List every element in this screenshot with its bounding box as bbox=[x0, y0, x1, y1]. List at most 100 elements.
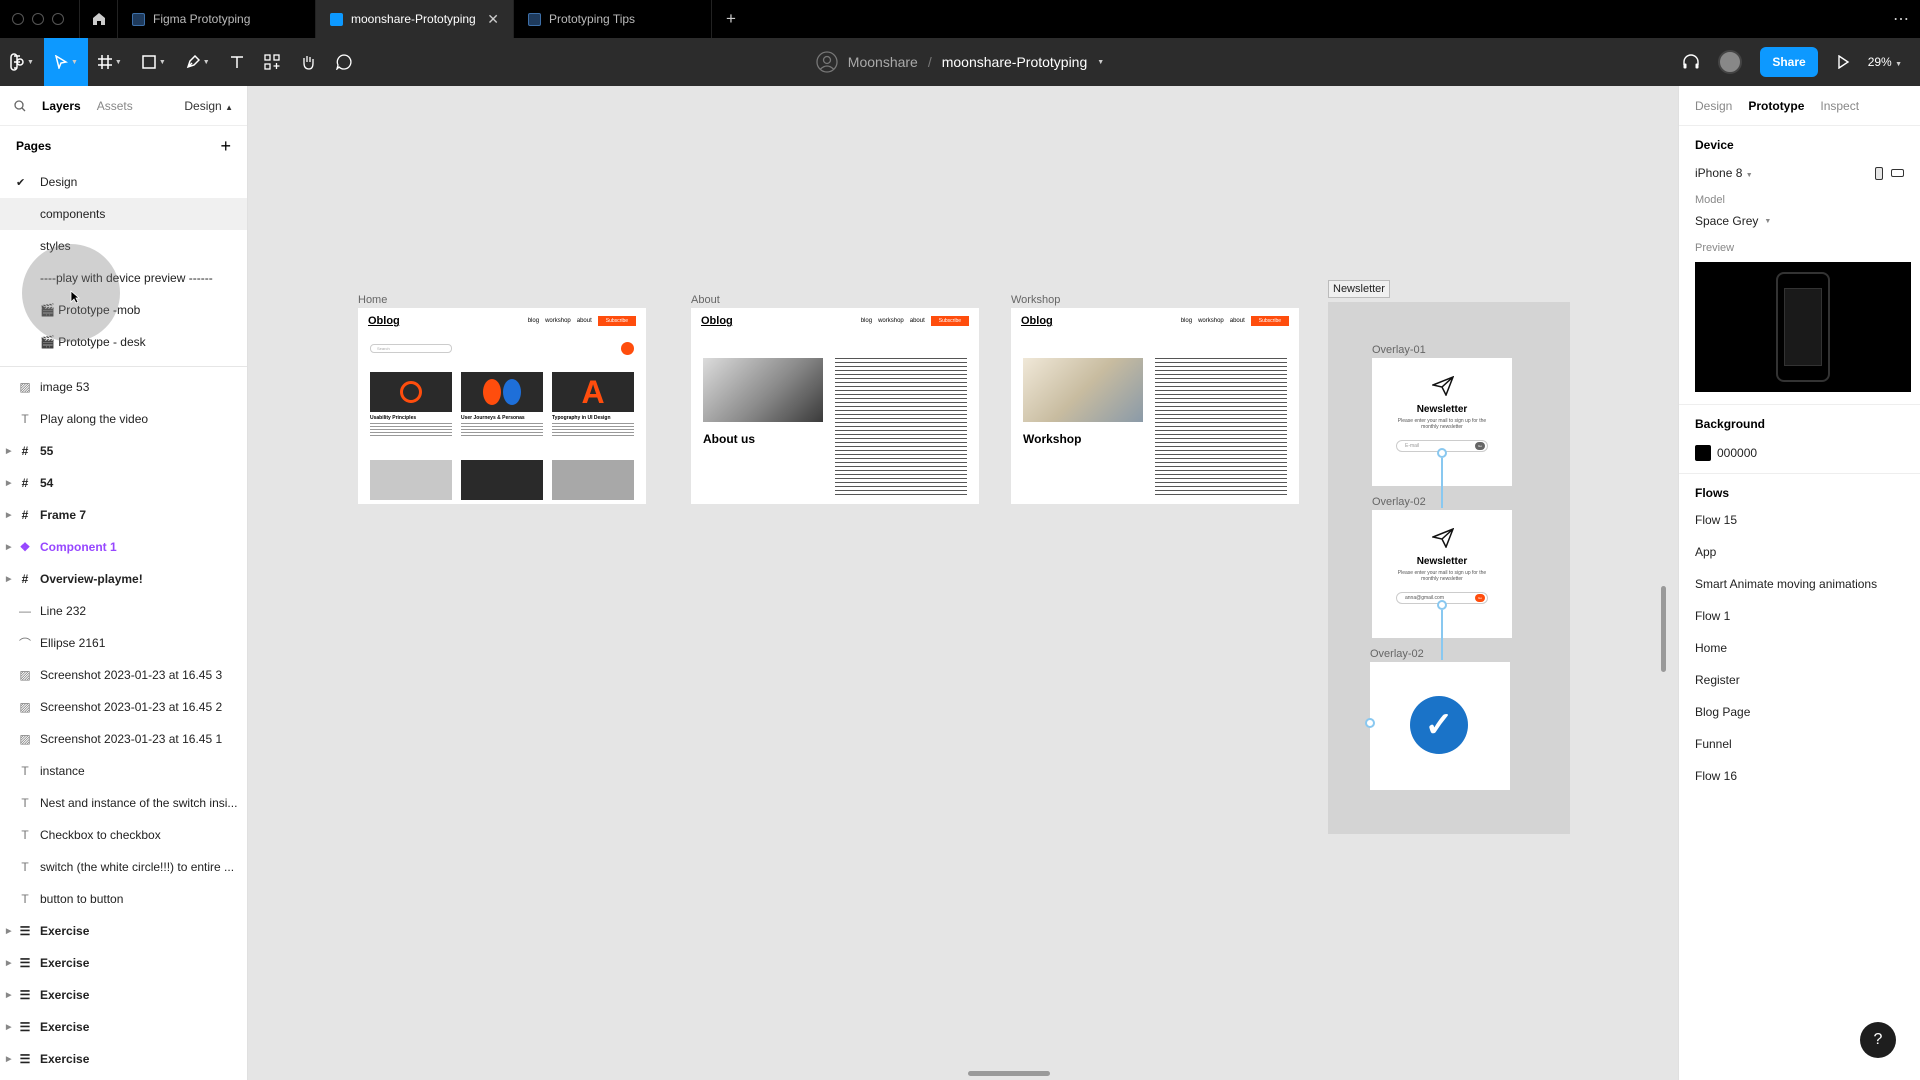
flow-item[interactable]: Smart Animate moving animations bbox=[1695, 568, 1904, 600]
layer-item[interactable]: Tbutton to button bbox=[0, 883, 247, 915]
page-item-styles[interactable]: styles bbox=[0, 230, 247, 262]
headphones-icon[interactable] bbox=[1682, 53, 1700, 71]
tab-assets[interactable]: Assets bbox=[97, 99, 133, 113]
connector-node[interactable] bbox=[1437, 448, 1447, 458]
expand-arrow-icon[interactable]: ▶ bbox=[6, 1055, 11, 1063]
frame-tool[interactable]: ▼ bbox=[88, 38, 132, 86]
background-row[interactable]: 000000 bbox=[1695, 445, 1904, 461]
resources-tool[interactable] bbox=[254, 38, 290, 86]
tab-layers[interactable]: Layers bbox=[42, 99, 81, 113]
flow-item[interactable]: Blog Page bbox=[1695, 696, 1904, 728]
layer-item[interactable]: ▶ # Frame 7 bbox=[0, 499, 247, 531]
tab-inspect[interactable]: Inspect bbox=[1820, 99, 1859, 113]
connector-node[interactable] bbox=[1365, 718, 1375, 728]
layer-item[interactable]: ▨ Screenshot 2023-01-23 at 16.45 2 bbox=[0, 691, 247, 723]
main-menu-button[interactable]: ▼ bbox=[0, 38, 44, 86]
color-swatch[interactable] bbox=[1695, 445, 1711, 461]
layer-item[interactable]: ▶ ☰ Exercise bbox=[0, 979, 247, 1011]
shape-tool[interactable]: ▼ bbox=[132, 38, 176, 86]
layer-item[interactable]: T Checkbox to checkbox bbox=[0, 819, 247, 851]
project-name[interactable]: Moonshare bbox=[848, 54, 918, 70]
expand-arrow-icon[interactable]: ▶ bbox=[6, 511, 11, 519]
close-tab-icon[interactable]: ✕ bbox=[487, 11, 499, 28]
model-select[interactable]: Space Grey ▼ bbox=[1695, 214, 1904, 228]
play-icon[interactable] bbox=[1836, 55, 1850, 69]
add-page-button[interactable]: + bbox=[220, 136, 231, 157]
file-name[interactable]: moonshare-Prototyping bbox=[942, 54, 1088, 70]
layer-item[interactable]: T Nest and instance of the switch insi... bbox=[0, 787, 247, 819]
page-item-prototype-desk[interactable]: 🎬 Prototype - desk bbox=[0, 326, 247, 358]
tab-prototype[interactable]: Prototype bbox=[1748, 99, 1804, 113]
layer-item[interactable]: ▨ Screenshot 2023-01-23 at 16.45 3 bbox=[0, 659, 247, 691]
prototype-connector[interactable] bbox=[1441, 458, 1443, 508]
expand-arrow-icon[interactable]: ▶ bbox=[6, 575, 11, 583]
text-tool[interactable] bbox=[220, 38, 254, 86]
frame-home[interactable]: Oblog blog workshop about Subscribe Sear… bbox=[358, 308, 646, 504]
layer-item[interactable]: ▨ Screenshot 2023-01-23 at 16.45 1 bbox=[0, 723, 247, 755]
layer-item[interactable]: ▨ image 53 bbox=[0, 371, 247, 403]
expand-arrow-icon[interactable]: ▶ bbox=[6, 991, 11, 999]
overlay-card[interactable]: ✓ bbox=[1370, 662, 1510, 790]
layer-item[interactable]: ▶ ☰ Exercise bbox=[0, 947, 247, 979]
close-window-icon[interactable] bbox=[12, 13, 24, 25]
expand-arrow-icon[interactable]: ▶ bbox=[6, 1023, 11, 1031]
canvas[interactable]: Home Oblog blog workshop about Subscribe… bbox=[248, 86, 1678, 1080]
layer-item[interactable]: — Line 232 bbox=[0, 595, 247, 627]
portrait-icon[interactable] bbox=[1875, 166, 1883, 180]
vertical-scrollbar[interactable] bbox=[1661, 586, 1666, 672]
layer-item[interactable]: T Play along the video bbox=[0, 403, 247, 435]
tab-prototyping-tips[interactable]: Prototyping Tips bbox=[514, 0, 712, 38]
more-options-button[interactable]: ⋯ bbox=[1882, 0, 1920, 38]
share-button[interactable]: Share bbox=[1760, 47, 1818, 77]
page-item-components[interactable]: components bbox=[0, 198, 247, 230]
flow-item[interactable]: Funnel bbox=[1695, 728, 1904, 760]
layer-item[interactable]: ⌒ Ellipse 2161 bbox=[0, 627, 247, 659]
comment-tool[interactable] bbox=[326, 38, 362, 86]
tab-design[interactable]: Design bbox=[1695, 99, 1732, 113]
layer-item[interactable]: ▶ ☰ Exercise bbox=[0, 1043, 247, 1075]
expand-arrow-icon[interactable]: ▶ bbox=[6, 447, 11, 455]
connector-node[interactable] bbox=[1437, 600, 1447, 610]
layer-item[interactable]: Tinstance bbox=[0, 755, 247, 787]
home-tab[interactable] bbox=[80, 0, 118, 38]
layer-item[interactable]: ▶ ☰ Exercise bbox=[0, 915, 247, 947]
flow-item[interactable]: Home bbox=[1695, 632, 1904, 664]
horizontal-scrollbar[interactable] bbox=[968, 1071, 1050, 1076]
minimize-window-icon[interactable] bbox=[32, 13, 44, 25]
expand-arrow-icon[interactable]: ▶ bbox=[6, 959, 11, 967]
avatar[interactable] bbox=[1718, 50, 1743, 74]
chevron-down-icon[interactable]: ▼ bbox=[1097, 59, 1104, 66]
flow-item[interactable]: Register bbox=[1695, 664, 1904, 696]
layer-item[interactable]: ▶ #54 bbox=[0, 467, 247, 499]
expand-arrow-icon[interactable]: ▶ bbox=[6, 479, 11, 487]
background-value[interactable]: 000000 bbox=[1717, 446, 1757, 460]
frame-workshop[interactable]: Oblog blog workshop about Subscribe Work… bbox=[1011, 308, 1299, 504]
section-label-newsletter[interactable]: Newsletter bbox=[1328, 280, 1390, 298]
frame-label-about[interactable]: About bbox=[691, 294, 720, 306]
new-tab-button[interactable]: + bbox=[712, 0, 750, 38]
page-item-design[interactable]: ✔ Design bbox=[0, 166, 247, 198]
flow-item[interactable]: App bbox=[1695, 536, 1904, 568]
flow-item[interactable]: Flow 15 bbox=[1695, 504, 1904, 536]
newsletter-section[interactable]: Overlay-01 Newsletter Please enter your … bbox=[1328, 302, 1570, 834]
page-item-device-preview[interactable]: ----play with device preview ------ bbox=[0, 262, 247, 294]
tab-moonshare-prototyping[interactable]: moonshare-Prototyping ✕ bbox=[316, 0, 514, 38]
landscape-icon[interactable] bbox=[1891, 168, 1904, 177]
frame-about[interactable]: Oblog blog workshop about Subscribe Abou… bbox=[691, 308, 979, 504]
flow-item[interactable]: Flow 1 bbox=[1695, 600, 1904, 632]
layer-item[interactable]: ▶ #55 bbox=[0, 435, 247, 467]
page-item-prototype-mob[interactable]: 🎬 Prototype -mob bbox=[0, 294, 247, 326]
layer-item[interactable]: ▶ ❖ Component 1 bbox=[0, 531, 247, 563]
layer-item[interactable]: ▶ ☰ Exercise bbox=[0, 1011, 247, 1043]
zoom-level[interactable]: 29% ▼ bbox=[1868, 55, 1902, 69]
search-icon[interactable] bbox=[14, 99, 26, 112]
frame-label-home[interactable]: Home bbox=[358, 294, 387, 306]
hand-tool[interactable] bbox=[290, 38, 326, 86]
help-button[interactable]: ? bbox=[1860, 1022, 1896, 1058]
expand-arrow-icon[interactable]: ▶ bbox=[6, 543, 11, 551]
prototype-connector[interactable] bbox=[1441, 610, 1443, 660]
layer-item[interactable]: Tswitch (the white circle!!!) to entire … bbox=[0, 851, 247, 883]
expand-arrow-icon[interactable]: ▶ bbox=[6, 927, 11, 935]
move-tool[interactable]: ▼ bbox=[43, 38, 88, 86]
tab-figma-prototyping[interactable]: Figma Prototyping bbox=[118, 0, 316, 38]
